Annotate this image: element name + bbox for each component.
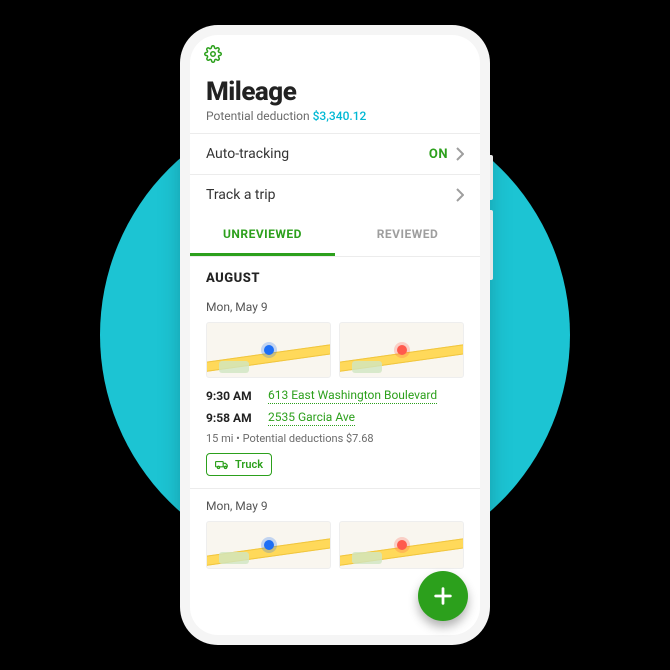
trip-end-line: 9:58 AM 2535 Garcia Ave xyxy=(206,410,464,426)
map-start[interactable] xyxy=(206,521,331,569)
trip-maps xyxy=(206,521,464,569)
tab-unreviewed[interactable]: UNREVIEWED xyxy=(190,215,335,256)
page-title: Mileage xyxy=(206,77,464,107)
start-marker-icon xyxy=(264,345,274,355)
trip-date: Mon, May 9 xyxy=(206,300,464,314)
tab-reviewed[interactable]: REVIEWED xyxy=(335,215,480,256)
trip-start-line: 9:30 AM 613 East Washington Boulevard xyxy=(206,388,464,404)
add-button[interactable] xyxy=(418,571,468,621)
trip-card: Mon, May 9 xyxy=(190,489,480,569)
gear-icon[interactable] xyxy=(204,45,222,63)
start-address[interactable]: 613 East Washington Boulevard xyxy=(268,388,437,404)
start-time: 9:30 AM xyxy=(206,389,256,403)
page-subtitle: Potential deduction $3,340.12 xyxy=(206,109,464,123)
chevron-right-icon xyxy=(456,188,464,202)
phone-frame: Mileage Potential deduction $3,340.12 Au… xyxy=(180,25,490,645)
map-start[interactable] xyxy=(206,322,331,378)
track-trip-label: Track a trip xyxy=(206,187,276,203)
end-time: 9:58 AM xyxy=(206,411,256,425)
end-marker-icon xyxy=(397,345,407,355)
app-screen: Mileage Potential deduction $3,340.12 Au… xyxy=(190,35,480,635)
map-end[interactable] xyxy=(339,521,464,569)
track-trip-row[interactable]: Track a trip xyxy=(190,174,480,215)
title-block: Mileage Potential deduction $3,340.12 xyxy=(190,71,480,133)
start-marker-icon xyxy=(264,540,274,550)
vehicle-label: Truck xyxy=(235,458,263,471)
auto-tracking-label: Auto-tracking xyxy=(206,146,289,162)
row-right: ON xyxy=(429,147,464,162)
plus-icon xyxy=(432,585,454,607)
end-address[interactable]: 2535 Garcia Ave xyxy=(268,410,355,426)
vehicle-tag[interactable]: Truck xyxy=(206,453,272,476)
chevron-right-icon xyxy=(456,147,464,161)
deduction-value: $3,340.12 xyxy=(313,109,367,123)
month-header: AUGUST xyxy=(190,257,480,290)
row-right xyxy=(456,188,464,202)
truck-icon xyxy=(215,459,229,470)
trip-card: Mon, May 9 9:30 AM 613 East Washington B… xyxy=(190,290,480,489)
end-marker-icon xyxy=(397,540,407,550)
tabs: UNREVIEWED REVIEWED xyxy=(190,215,480,257)
map-end[interactable] xyxy=(339,322,464,378)
auto-tracking-row[interactable]: Auto-tracking ON xyxy=(190,133,480,174)
trip-meta: 15 mi • Potential deductions $7.68 xyxy=(206,432,464,445)
deduction-label: Potential deduction xyxy=(206,109,313,123)
trip-maps xyxy=(206,322,464,378)
auto-tracking-status: ON xyxy=(429,147,448,162)
trip-date: Mon, May 9 xyxy=(206,499,464,513)
header-bar xyxy=(190,35,480,71)
phone-side-button xyxy=(490,155,493,200)
phone-side-button xyxy=(490,210,493,280)
